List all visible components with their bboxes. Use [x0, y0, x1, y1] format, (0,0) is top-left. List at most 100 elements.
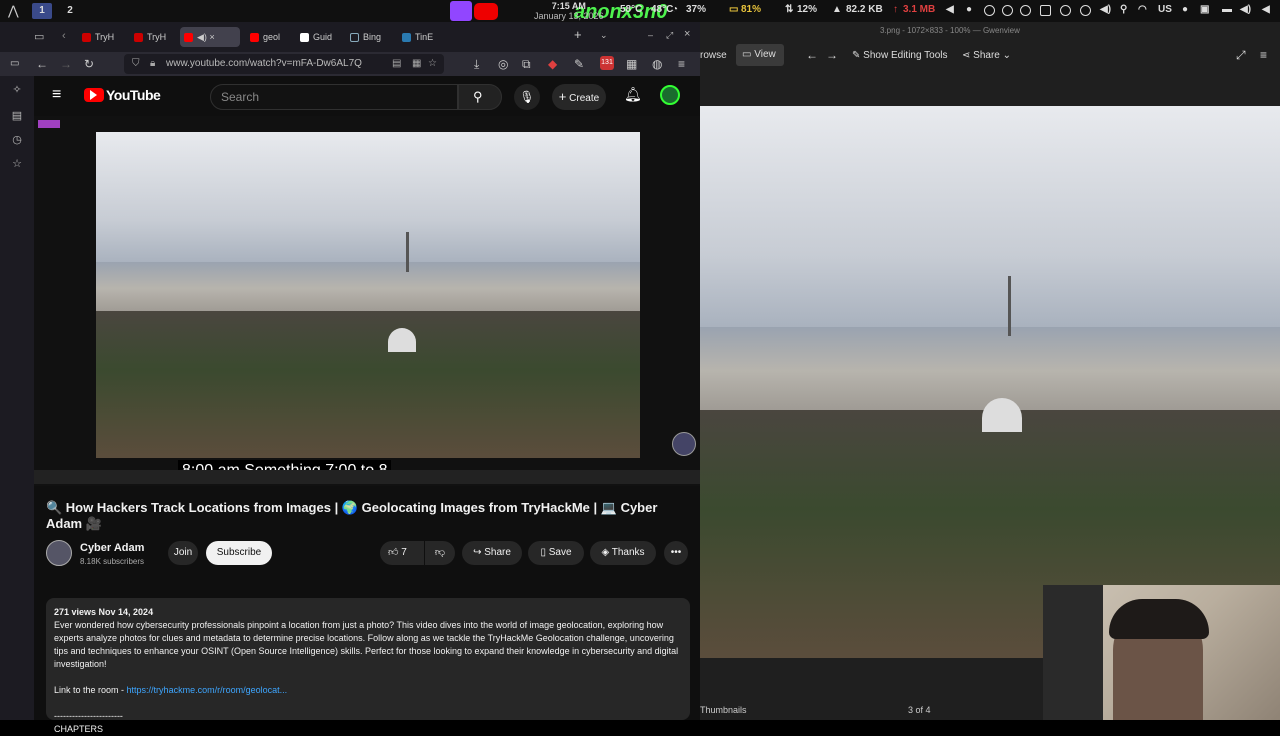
tab-bing[interactable]: Bing [350, 27, 390, 47]
share-label: Share [484, 547, 511, 558]
tab-tryhackme-1[interactable]: TryH [82, 27, 126, 47]
display-icon[interactable]: ▣ [1200, 4, 1209, 15]
tab-close-icon[interactable]: × [209, 32, 214, 42]
sidebar-toggle-icon[interactable]: ▭ [10, 57, 19, 71]
sync-tray-icon[interactable] [1002, 5, 1013, 16]
wifi-icon[interactable]: ◠ [1138, 4, 1147, 15]
displayed-image[interactable] [700, 106, 1280, 658]
fullscreen-icon[interactable]: ⤢ [1236, 48, 1246, 63]
audio-icon[interactable]: ◀) [1240, 4, 1251, 15]
keyboard-layout[interactable]: US [1158, 4, 1172, 15]
volume-icon[interactable]: ◀) [1100, 4, 1111, 15]
url-bar[interactable]: ⛉ 🔒︎ www.youtube.com/watch?v=mFA-Dw6AL7Q… [124, 54, 444, 74]
browse-tab[interactable]: rowse [700, 50, 727, 61]
save-button[interactable]: ▯ Save [528, 541, 584, 565]
viewer-menu-icon[interactable]: ≡ [1260, 48, 1267, 62]
like-button[interactable]: 👍︎ 7 [380, 541, 424, 565]
camera-icon[interactable]: ▬ [1222, 4, 1232, 15]
mic-icon[interactable]: ● [1182, 4, 1188, 15]
channel-name[interactable]: Cyber Adam [80, 542, 144, 554]
memory-icon: ⇅ [785, 4, 794, 15]
workspace-1[interactable]: 1 [32, 3, 52, 19]
bluetooth-tray-icon[interactable] [1080, 5, 1091, 16]
avatar[interactable] [660, 85, 680, 105]
downloads-icon[interactable]: ⤓ [474, 57, 479, 71]
maximize-icon[interactable]: ⤢ [666, 30, 673, 41]
reload-icon[interactable]: ↻ [84, 57, 94, 71]
tab-geolocation[interactable]: geol [250, 27, 290, 47]
next-image-icon[interactable]: → [826, 48, 838, 62]
notifications-bell-icon[interactable]: 🔔︎ [624, 86, 642, 103]
voice-search-icon[interactable]: 🎙︎ [514, 84, 540, 110]
user-tray-icon[interactable] [984, 5, 995, 16]
subscribe-button[interactable]: Subscribe [206, 541, 272, 565]
forward-icon[interactable]: → [60, 57, 72, 71]
tab-tryhackme-2[interactable]: TryH [134, 27, 176, 47]
extensions-icon[interactable]: ⧉ [522, 57, 531, 71]
tab-overflow-icon[interactable]: ⌄ [600, 30, 608, 41]
minimize-icon[interactable]: – [648, 30, 653, 40]
grid-icon[interactable]: ▦ [412, 54, 421, 74]
room-link[interactable]: https://tryhackme.com/r/room/geolocat... [127, 685, 288, 695]
thumbnails-button[interactable]: Thumbnails [700, 705, 747, 715]
reader-icon[interactable]: ▤ [392, 54, 401, 74]
sidebar-history-icon[interactable]: ◷ [11, 134, 23, 146]
dislike-button[interactable]: 👎︎ [425, 541, 455, 565]
viewer-share-button[interactable]: ⋖ Share ⌄ [962, 50, 1011, 61]
edit-tools-button[interactable]: ✎ Show Editing Tools [852, 50, 947, 61]
previous-image-icon[interactable]: ← [806, 48, 818, 62]
player-avatar-icon[interactable] [672, 432, 696, 456]
workspace-2[interactable]: 2 [60, 3, 80, 19]
bookmark-star-icon[interactable]: ☆ [428, 54, 437, 74]
lock-icon[interactable]: 🔒︎ [150, 54, 155, 74]
channel-avatar[interactable] [46, 540, 72, 566]
tab-guide[interactable]: Guid [300, 27, 340, 47]
close-window-icon[interactable]: × [684, 28, 690, 40]
shield-icon[interactable]: ⛉ [132, 54, 140, 74]
back-icon[interactable]: ← [36, 57, 48, 71]
more-actions-button[interactable]: ••• [664, 541, 688, 565]
tray-volume-icon[interactable]: ◀ [1262, 4, 1270, 15]
ext-badge[interactable]: 131 [600, 56, 614, 70]
power-tray-icon[interactable] [1060, 5, 1071, 16]
search-button[interactable]: ⚲ [458, 84, 502, 110]
screen-tray-icon[interactable] [1040, 5, 1051, 16]
speaker-icon[interactable]: ◀ [946, 4, 954, 15]
video-frame[interactable] [96, 132, 640, 458]
video-player[interactable]: 8:00 am Something 7:00 to 8 [34, 116, 700, 486]
hamburger-icon[interactable]: ≡ [52, 86, 61, 104]
new-tab-button[interactable]: + [574, 27, 582, 42]
join-button[interactable]: Join [168, 541, 198, 565]
play-glyph-icon [90, 90, 97, 100]
vpn-icon[interactable]: ◍ [652, 57, 662, 71]
extension-account-icon[interactable]: ◎ [498, 57, 508, 71]
cloud-tray-icon[interactable] [1020, 5, 1031, 16]
menu-icon[interactable]: ≡ [678, 57, 685, 71]
tab-scroll-left-icon[interactable]: ‹ [62, 30, 66, 42]
observatory-dome [982, 398, 1022, 432]
sidebar-bookmarks-icon[interactable]: ☆ [11, 158, 23, 170]
tab-youtube-active[interactable]: ◀) × [180, 27, 240, 47]
tab-list-icon[interactable]: ▭ [34, 30, 44, 43]
search-input[interactable]: Search [210, 84, 458, 110]
location-icon[interactable]: ⚲ [1120, 4, 1127, 15]
thanks-button[interactable]: ◈ Thanks [590, 541, 656, 565]
create-button[interactable]: + Create [552, 84, 606, 110]
url-text[interactable]: www.youtube.com/watch?v=mFA-Dw6AL7Q [166, 58, 362, 69]
tab-tineye[interactable]: TinE [402, 27, 440, 47]
share-button[interactable]: ↪ Share [462, 541, 522, 565]
apps-icon[interactable]: ▦ [626, 57, 637, 71]
person-icon[interactable]: ● [966, 4, 972, 15]
tab-label: TryH [147, 32, 167, 42]
youtube-overlay-icon [474, 3, 498, 20]
brush-icon[interactable]: ✎ [574, 57, 584, 71]
sidebar-reading-icon[interactable]: ▤ [11, 110, 23, 122]
launcher-icon[interactable]: ⋀ [8, 3, 19, 19]
view-tab[interactable]: ▭ View [736, 44, 784, 66]
tab-audio-icon[interactable]: ◀) [197, 32, 207, 42]
sidebar-ai-icon[interactable]: ✧ [11, 84, 23, 96]
video-description[interactable]: 271 views Nov 14, 2024 Ever wondered how… [46, 598, 690, 734]
ublock-icon[interactable]: ◆ [548, 57, 557, 71]
youtube-logo-text[interactable]: YouTube [106, 87, 161, 103]
clock[interactable]: 7:15 AM January 13, 2026 [534, 1, 604, 21]
